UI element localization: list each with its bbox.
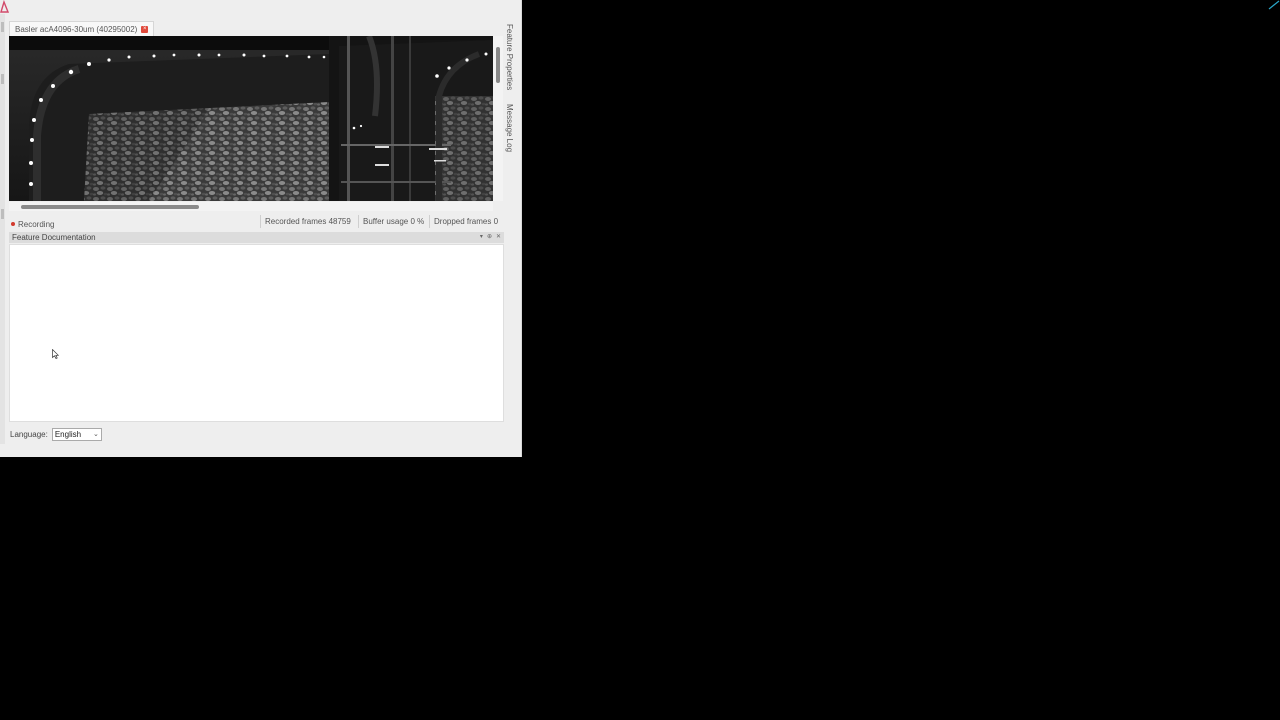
vertical-scrollbar[interactable]: [493, 36, 503, 201]
mouse-cursor-icon: [52, 349, 59, 359]
language-selected-value: English: [54, 429, 82, 439]
dropped-frames-status: Dropped frames 0: [429, 215, 502, 228]
camera-frame-image: [9, 36, 493, 201]
panel-title: Feature Documentation: [12, 233, 96, 242]
close-icon[interactable]: ✕: [496, 232, 501, 243]
language-row: Language: English ⌄: [10, 427, 102, 441]
camera-image-view[interactable]: [9, 36, 493, 201]
recording-indicator: Recording: [11, 219, 54, 229]
horizontal-scrollbar[interactable]: [9, 202, 493, 211]
tab-feature-properties[interactable]: Feature Properties: [505, 24, 514, 90]
arrow-icon: [1268, 0, 1280, 10]
close-icon[interactable]: ×: [141, 25, 149, 33]
recording-dot-icon: [11, 222, 15, 226]
buffer-usage-status: Buffer usage 0 %: [358, 215, 428, 228]
gutter-marker: [1, 209, 4, 219]
language-select[interactable]: English ⌄: [51, 427, 102, 441]
language-label: Language:: [10, 429, 48, 439]
feature-documentation-panel: [9, 244, 504, 422]
pin-icon[interactable]: ⊕: [487, 232, 492, 243]
gutter-marker: [1, 74, 4, 84]
recorded-frames-status: Recorded frames 48759: [260, 215, 355, 228]
chevron-down-icon: ⌄: [92, 430, 99, 438]
app-corner-icon[interactable]: [0, 0, 9, 14]
left-dock-gutter[interactable]: [0, 14, 5, 444]
gutter-marker: [1, 22, 4, 32]
chevron-down-icon[interactable]: ▾: [480, 232, 483, 243]
tab-message-log[interactable]: Message Log: [505, 104, 514, 152]
feature-documentation-header: Feature Documentation ▾ ⊕ ✕: [9, 232, 504, 243]
tab-title: Basler acA4096-30um (40295002): [15, 24, 138, 34]
status-bar: Recording Recorded frames 48759 Buffer u…: [9, 214, 504, 229]
camera-document-tab[interactable]: Basler acA4096-30um (40295002) ×: [9, 21, 155, 36]
side-dock-tabs: Feature Properties Message Log: [505, 24, 517, 164]
panel-controls: ▾ ⊕ ✕: [480, 232, 501, 243]
recording-label: Recording: [18, 219, 55, 229]
horizontal-scrollbar-thumb[interactable]: [21, 205, 199, 209]
vertical-scrollbar-thumb[interactable]: [496, 47, 500, 83]
camera-viewer-window: Basler acA4096-30um (40295002) × Feature…: [0, 0, 522, 457]
